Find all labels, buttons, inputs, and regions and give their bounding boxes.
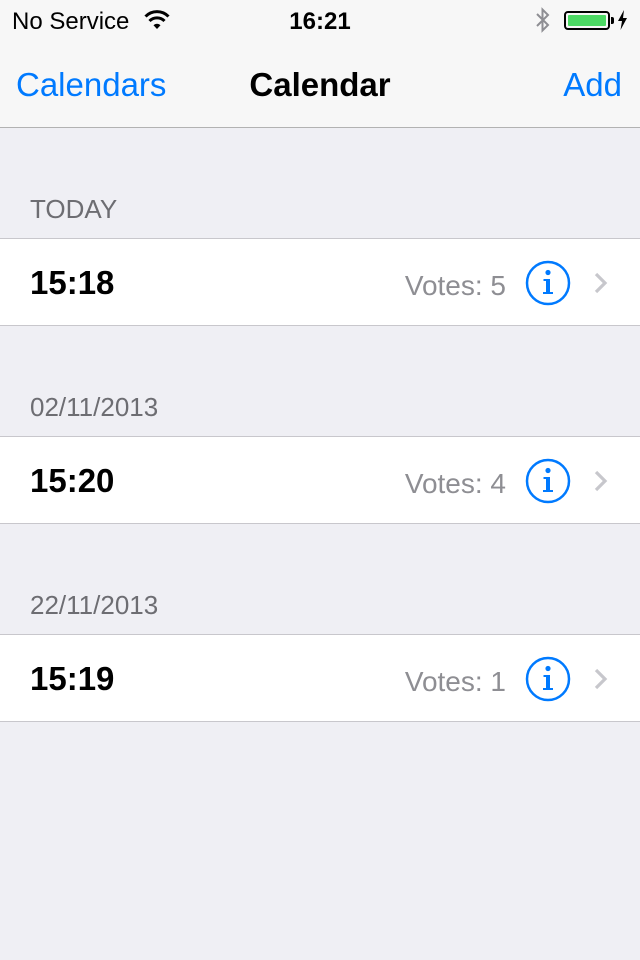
chevron-right-icon	[594, 272, 608, 294]
section-header-date: 22/11/2013	[30, 590, 159, 620]
battery-icon	[564, 11, 610, 30]
row-time: 15:19	[30, 660, 115, 697]
chevron-right-icon	[594, 470, 608, 492]
battery-tip	[611, 17, 614, 24]
section-header-date: 02/11/2013	[30, 392, 159, 422]
info-icon[interactable]	[525, 656, 571, 702]
navigation-bar: Calendars Calendar Add	[0, 40, 640, 128]
row-votes: Votes: 5	[404, 270, 506, 301]
charging-bolt-icon	[618, 10, 627, 30]
page-title: Calendar	[249, 66, 391, 103]
add-button[interactable]: Add	[563, 66, 622, 104]
section-header-today: TODAY	[30, 194, 118, 224]
info-icon[interactable]	[525, 260, 571, 306]
chevron-right-icon	[594, 668, 608, 690]
row-time: 15:18	[30, 264, 115, 301]
row-votes: Votes: 1	[404, 666, 506, 697]
table-row[interactable]: 15:20 Votes: 4	[0, 436, 640, 524]
row-time: 15:20	[30, 462, 115, 499]
info-icon[interactable]	[525, 458, 571, 504]
table-row[interactable]: 15:19 Votes: 1	[0, 634, 640, 722]
table-row[interactable]: 15:18 Votes: 5	[0, 238, 640, 326]
top-bar: No Service 16:21 Calendars Calendar Add	[0, 0, 640, 128]
calendars-back-button[interactable]: Calendars	[16, 66, 166, 104]
row-votes: Votes: 4	[404, 468, 506, 499]
battery-fill	[568, 15, 606, 26]
status-bar: No Service 16:21	[0, 0, 640, 40]
bluetooth-icon	[536, 7, 550, 33]
